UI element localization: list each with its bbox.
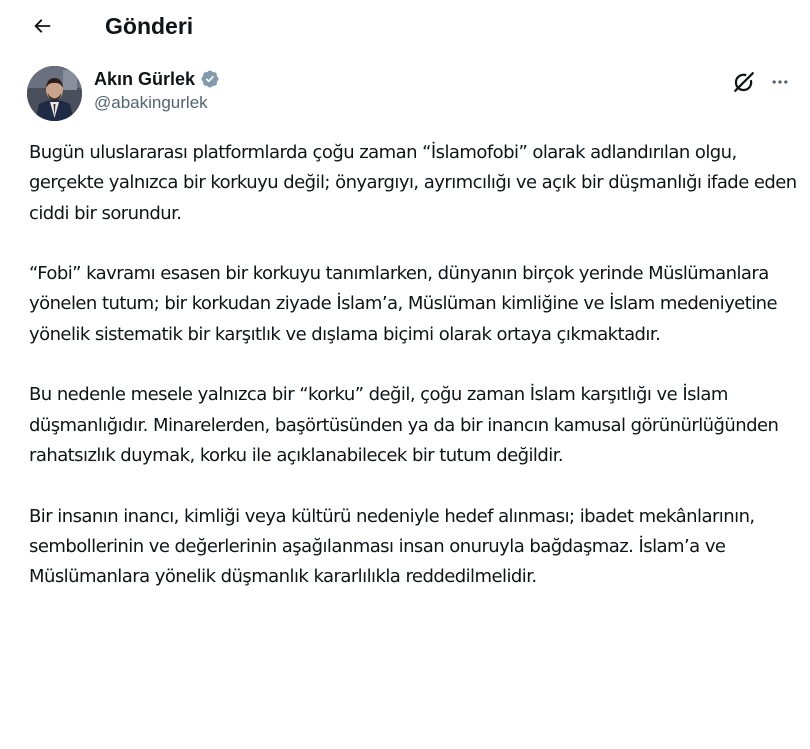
grok-button[interactable]: [730, 68, 758, 96]
tweet-paragraph: Bir insanın inancı, kimliği veya kültürü…: [29, 505, 755, 588]
top-bar: Gönderi: [0, 0, 810, 52]
grok-icon: [734, 72, 754, 92]
author-handle[interactable]: @abakingurlek: [94, 93, 220, 113]
tweet-text: Bugün uluslararası platformlarda çoğu za…: [29, 138, 799, 623]
verified-badge-icon[interactable]: [200, 69, 220, 89]
tweet-paragraph: Bugün uluslararası platformlarda çoğu za…: [29, 142, 797, 224]
arrow-left-icon: [34, 19, 51, 33]
page-title: Gönderi: [105, 13, 194, 39]
more-button[interactable]: [766, 68, 794, 96]
back-button[interactable]: [22, 8, 62, 44]
tweet-paragraph: Bu nedenle mesele yalnızca bir “korku” d…: [29, 384, 779, 466]
avatar-photo: [27, 66, 82, 121]
name-row: Akın Gürlek: [94, 67, 220, 91]
avatar[interactable]: [27, 66, 82, 121]
author-info: Akın Gürlek @abakingurlek: [94, 67, 220, 113]
more-horizontal-icon: [772, 80, 788, 84]
author-display-name[interactable]: Akın Gürlek: [94, 69, 195, 90]
tweet: Akın Gürlek @abakingurlek Bugün uluslara…: [0, 52, 810, 749]
tweet-paragraph: “Fobi” kavramı esasen bir korkuyu tanıml…: [29, 263, 778, 345]
